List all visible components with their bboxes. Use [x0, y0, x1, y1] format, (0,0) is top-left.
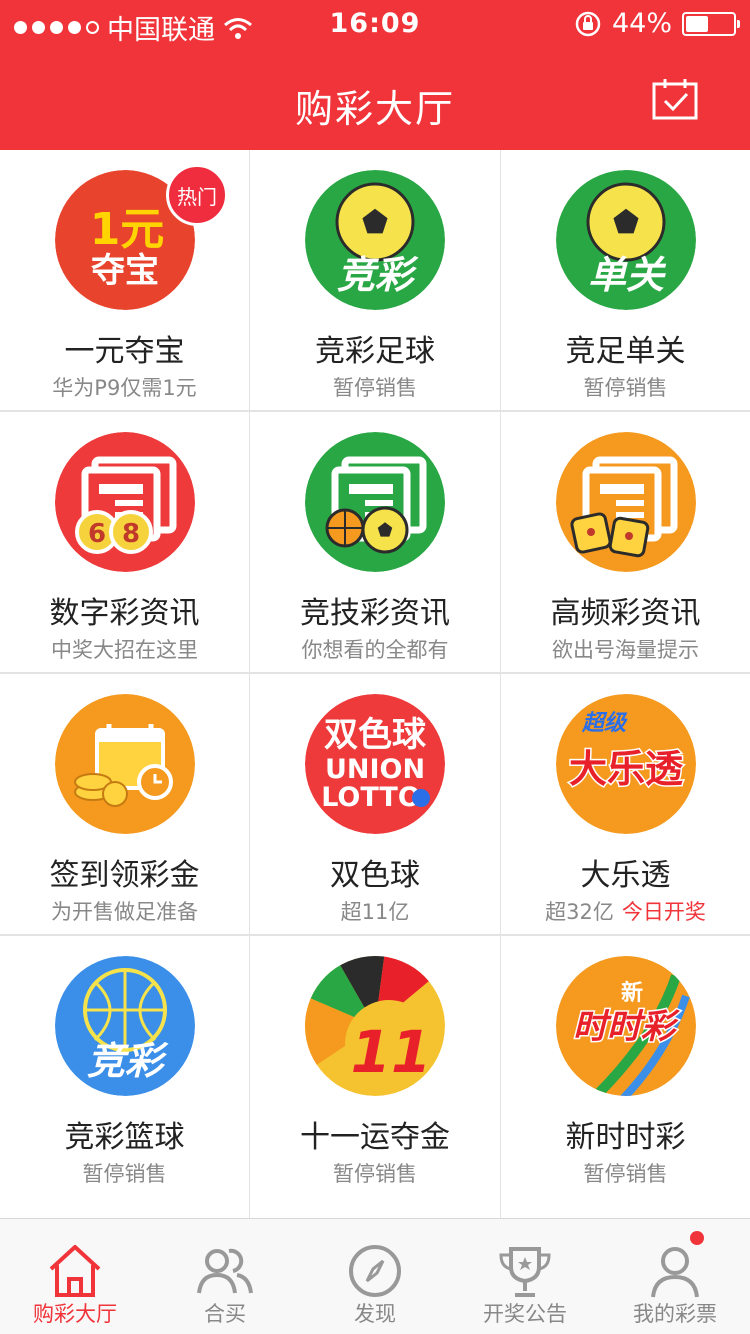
tile-name: 签到领彩金 — [49, 858, 200, 893]
lottery-tile-jjcxx[interactable]: 竞技彩资讯你想看的全都有 — [250, 412, 500, 672]
tile-name: 一元夺宝 — [64, 334, 185, 369]
hot-badge: 热门 — [166, 164, 228, 226]
lottery-tile-ssq[interactable]: 双色球 UNION LOTTO 双色球超11亿 — [250, 674, 500, 934]
jzdg-logo-icon: 单关 — [555, 170, 696, 310]
tile-name: 新时时彩 — [565, 1120, 686, 1155]
tile-name: 竞彩篮球 — [64, 1120, 185, 1155]
tile-name: 双色球 — [330, 858, 420, 893]
gpcxx-logo-icon — [555, 432, 696, 572]
tile-subtitle: 欲出号海量提示 — [552, 638, 699, 662]
status-bar: 中国联通 16:09 44% — [0, 0, 750, 52]
partial-next-row — [0, 1196, 750, 1218]
battery-icon — [682, 11, 740, 36]
tab-label: 发现 — [354, 1302, 396, 1326]
lottery-tile-qiandao[interactable]: 签到领彩金为开售做足准备 — [0, 674, 249, 934]
logo-text: 大乐透 — [568, 747, 683, 791]
lottery-tile-jclq[interactable]: 竞彩竞彩篮球暂停销售 — [0, 936, 249, 1196]
logo-text: 6 — [87, 519, 105, 549]
logo-text: 1元 — [89, 204, 164, 255]
logo-text: 竞彩 — [86, 1039, 168, 1083]
lottery-tile-jczq[interactable]: 竞彩竞彩足球暂停销售 — [250, 150, 500, 410]
tile-subtitle: 超11亿 — [340, 900, 410, 924]
logo-text: 8 — [121, 519, 139, 549]
logo-text: 11 — [351, 1018, 432, 1086]
tile-subtitle: 为开售做足准备 — [51, 900, 198, 924]
tab-trophy[interactable]: 开奖公告 — [450, 1219, 600, 1334]
logo-text: 夺宝 — [91, 251, 159, 291]
jjcxx-logo-icon — [305, 432, 445, 572]
calendar-check-icon[interactable] — [652, 78, 698, 120]
tile-subtitle: 暂停销售 — [82, 1162, 167, 1186]
logo-text: 竞彩 — [337, 253, 419, 297]
tile-subtitle: 超32亿 今日开奖 — [545, 900, 706, 924]
ssq-logo-icon: 双色球 UNION LOTTO — [305, 694, 445, 834]
lottery-tile-xssc[interactable]: 新 时时彩 新时时彩 暂停销售 — [501, 936, 750, 1196]
lottery-tile-dlt[interactable]: 超级 大乐透 大乐透 超32亿 今日开奖 — [501, 674, 750, 934]
user-icon — [651, 1247, 699, 1298]
rotation-lock-icon — [575, 11, 601, 36]
tab-label: 合买 — [204, 1302, 246, 1326]
lottery-tile-syydj[interactable]: 11 十一运夺金暂停销售 — [250, 936, 500, 1196]
tab-group[interactable]: 合买 — [150, 1219, 300, 1334]
battery-percent: 44% — [611, 8, 672, 39]
logo-text: 双色球 — [324, 715, 427, 755]
szcxx-logo-icon: 6 8 — [54, 432, 195, 572]
tab-label: 开奖公告 — [483, 1302, 567, 1326]
tile-name: 大乐透 — [580, 858, 671, 893]
qiandao-logo-icon — [54, 694, 195, 834]
group-icon — [197, 1248, 253, 1294]
compass-icon — [349, 1245, 401, 1297]
logo-text: UNION — [325, 754, 425, 785]
lottery-tile-yiyuan[interactable]: 1元 夺宝一元夺宝华为P9仅需1元 热门 — [0, 150, 249, 410]
tile-name: 竞技彩资讯 — [300, 596, 450, 631]
tile-subtitle: 暂停销售 — [333, 1162, 417, 1186]
tile-name: 高频彩资讯 — [550, 596, 701, 631]
tile-subtitle: 你想看的全都有 — [301, 638, 449, 662]
lottery-tile-szcxx[interactable]: 6 8 数字彩资讯中奖大招在这里 — [0, 412, 249, 672]
syydj-logo-icon: 11 — [305, 956, 445, 1096]
trophy-icon — [499, 1247, 551, 1297]
jczq-logo-icon: 竞彩 — [305, 170, 445, 310]
tile-subtitle: 中奖大招在这里 — [51, 638, 198, 662]
logo-text: 新 — [620, 980, 642, 1006]
tab-compass[interactable]: 发现 — [300, 1219, 450, 1334]
tile-subtitle: 华为P9仅需1元 — [52, 376, 197, 400]
logo-text: LOTTO — [321, 782, 421, 813]
logo-text: 单关 — [587, 253, 666, 297]
tab-bar: 购彩大厅 合买 发现 开奖公告 我的彩票 — [0, 1218, 750, 1334]
tile-name: 竞彩足球 — [315, 334, 435, 369]
home-icon — [49, 1245, 101, 1297]
xssc-logo-icon: 新 时时彩 — [555, 956, 696, 1096]
lottery-tile-gpcxx[interactable]: 高频彩资讯欲出号海量提示 — [501, 412, 750, 672]
draw-today-label: 今日开奖 — [621, 900, 706, 924]
jclq-logo-icon: 竞彩 — [54, 956, 195, 1096]
tile-name: 竞足单关 — [565, 334, 686, 369]
logo-text: 超级 — [580, 710, 627, 736]
tab-home[interactable]: 购彩大厅 — [0, 1219, 150, 1334]
tab-user[interactable]: 我的彩票 — [600, 1219, 750, 1334]
tab-label: 购彩大厅 — [33, 1302, 117, 1326]
page-title: 购彩大厅 — [294, 87, 455, 131]
lottery-tile-jzdg[interactable]: 单关竞足单关暂停销售 — [501, 150, 750, 410]
tile-subtitle: 暂停销售 — [583, 1162, 668, 1186]
notification-dot — [690, 1231, 704, 1245]
tile-name: 十一运夺金 — [300, 1120, 450, 1155]
dlt-logo-icon: 超级 大乐透 — [555, 694, 696, 834]
tile-subtitle: 暂停销售 — [333, 376, 417, 400]
tile-name: 数字彩资讯 — [49, 596, 200, 631]
lottery-grid: 1元 夺宝 一元夺宝 华为P9仅需1元 热门 竞彩 竞彩足球 暂停销售 单关 竞足单关 暂停销… — [0, 150, 750, 1196]
logo-text: 时时彩 — [573, 1007, 680, 1047]
tile-subtitle: 暂停销售 — [583, 376, 668, 400]
top-bar: 中国联通 16:09 44% 购彩大厅 — [0, 0, 750, 150]
tab-label: 我的彩票 — [633, 1302, 717, 1326]
